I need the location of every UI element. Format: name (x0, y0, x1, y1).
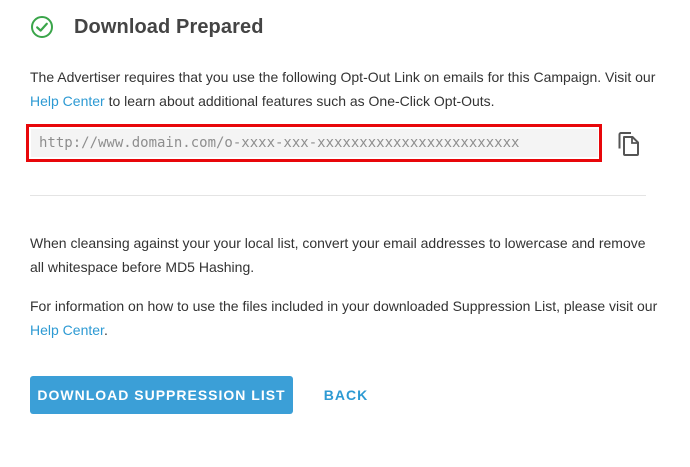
back-button[interactable]: BACK (312, 376, 380, 414)
cleansing-note: When cleansing against your your local l… (30, 231, 660, 279)
help-center-link-2[interactable]: Help Center (30, 322, 104, 338)
files-note-text: For information on how to use the files … (30, 298, 658, 314)
optout-instructions: The Advertiser requires that you use the… (30, 65, 660, 113)
optout-link-field[interactable] (31, 129, 598, 157)
page-title: Download Prepared (74, 15, 264, 38)
copy-icon[interactable] (616, 131, 642, 157)
section-divider (30, 195, 646, 196)
check-circle-icon (31, 16, 53, 38)
help-center-link[interactable]: Help Center (30, 93, 105, 109)
cleansing-note-text: When cleansing against your your local l… (30, 235, 646, 275)
optout-link-highlight (26, 124, 602, 162)
dialog-header: Download Prepared (30, 13, 264, 41)
files-note-text-end: . (103, 322, 108, 338)
files-note: For information on how to use the files … (30, 294, 660, 342)
optout-instructions-text: The Advertiser requires that you use the… (30, 69, 656, 85)
download-suppression-list-button[interactable]: DOWNLOAD SUPPRESSION LIST (30, 376, 293, 414)
optout-instructions-text-end: to learn about additional features such … (104, 93, 495, 109)
